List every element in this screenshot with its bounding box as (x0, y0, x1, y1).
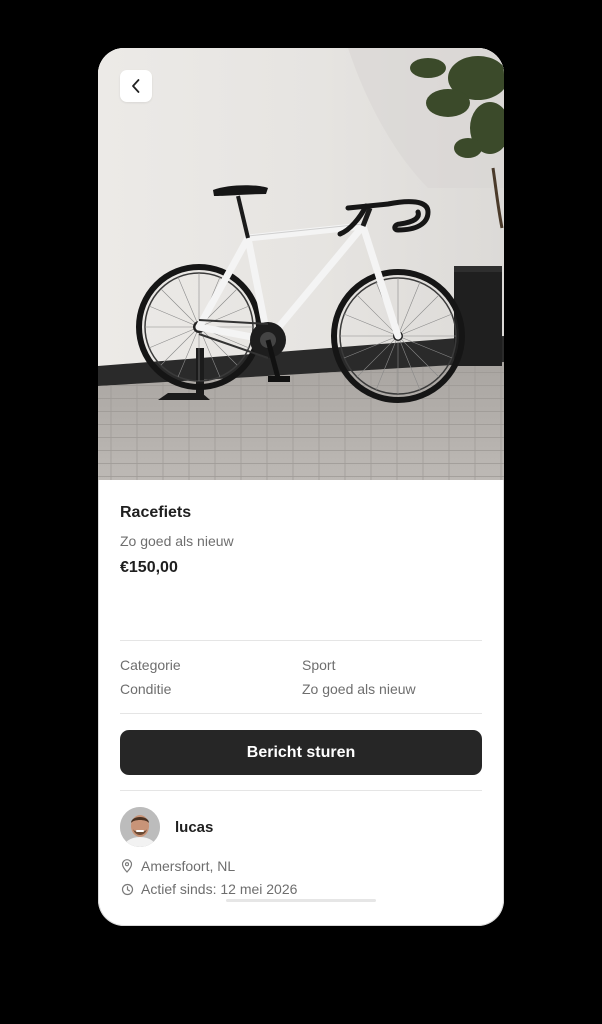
seller-location: Amersfoort, NL (120, 858, 235, 874)
chevron-left-icon (130, 78, 142, 94)
spec-value-category: Sport (302, 657, 336, 673)
send-message-button[interactable]: Bericht sturen (120, 730, 482, 775)
seller-name[interactable]: lucas (175, 819, 213, 836)
seller-location-text: Amersfoort, NL (141, 858, 236, 874)
avatar[interactable] (120, 807, 160, 847)
seller-active-since: Actief sinds: 12 mei 2026 (120, 881, 297, 897)
divider (120, 640, 482, 641)
product-price: €150,00 (120, 559, 178, 576)
clock-icon (120, 882, 134, 896)
back-button[interactable] (120, 70, 152, 102)
spec-value-condition: Zo goed als nieuw (302, 681, 416, 697)
home-indicator (226, 899, 376, 902)
map-pin-icon (120, 859, 134, 873)
divider (120, 790, 482, 791)
spec-label-condition: Conditie (120, 681, 172, 697)
divider (120, 713, 482, 714)
seller-active-since-text: Actief sinds: 12 mei 2026 (141, 881, 298, 897)
product-image[interactable] (98, 48, 504, 480)
phone-screen: Racefiets Zo goed als nieuw €150,00 Cate… (98, 48, 504, 926)
product-title: Racefiets (120, 504, 192, 521)
bike-photo-illustration (98, 48, 504, 480)
spec-label-category: Categorie (120, 657, 181, 673)
product-subtitle: Zo goed als nieuw (120, 533, 234, 549)
